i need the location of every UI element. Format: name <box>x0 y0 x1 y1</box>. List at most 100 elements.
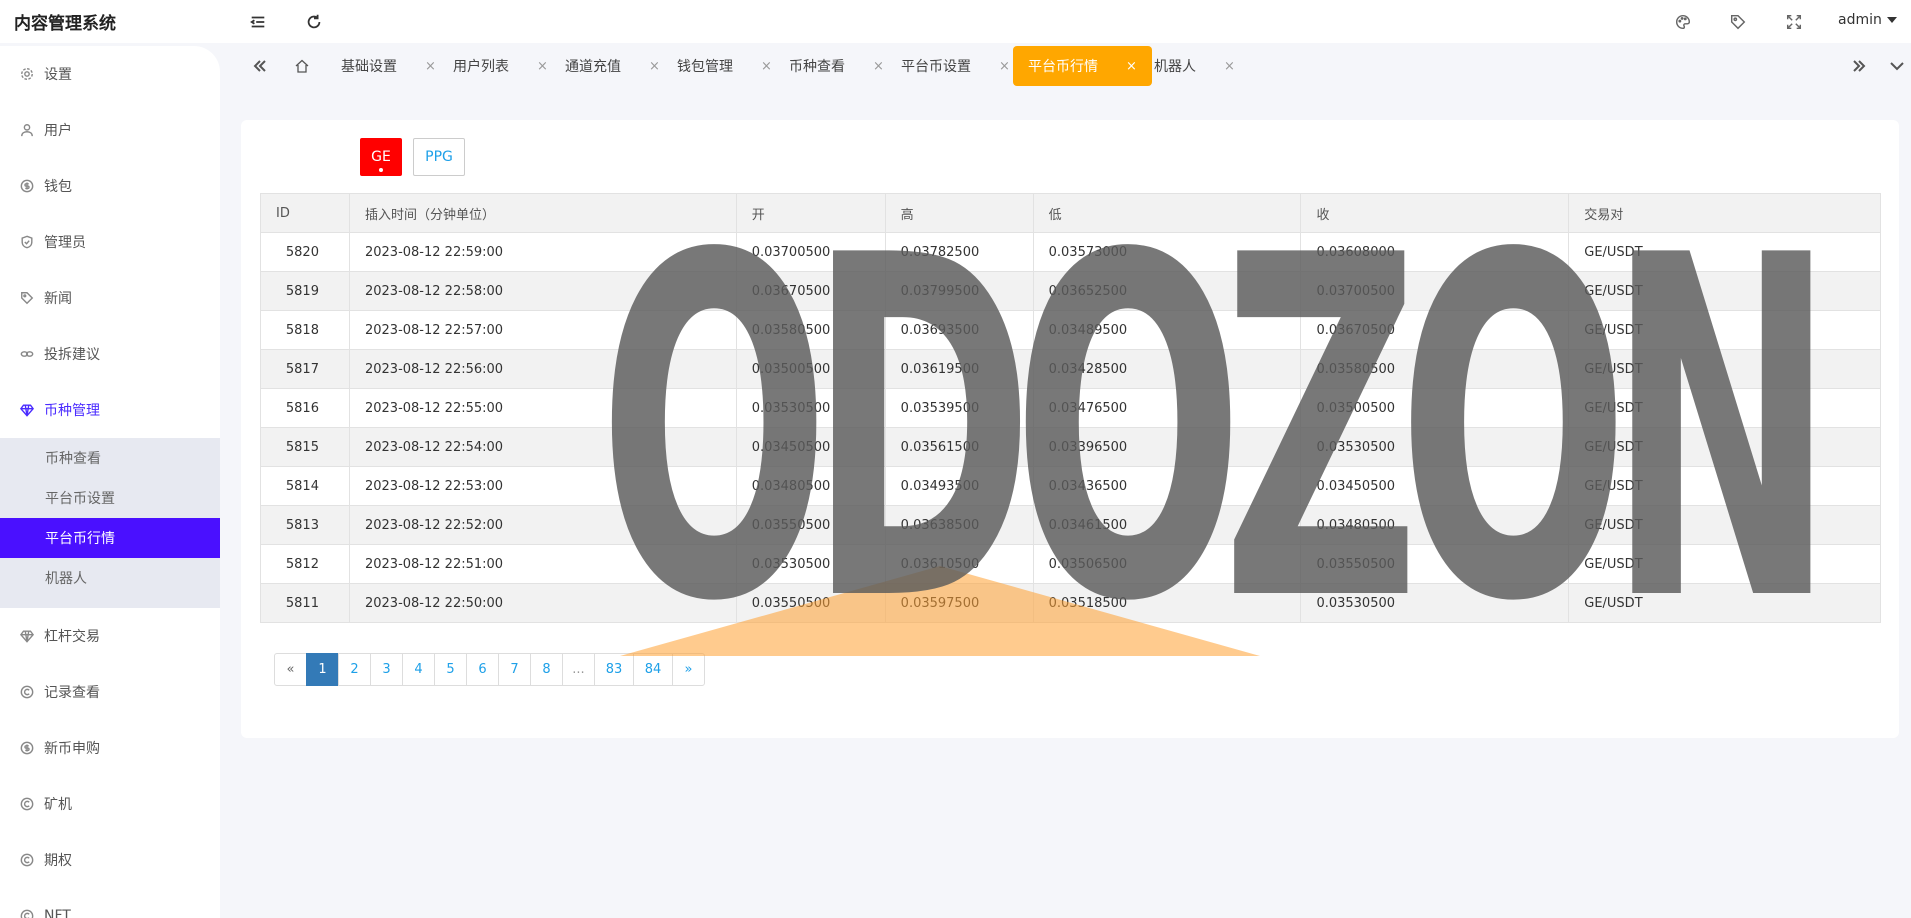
sidebar-item-miner[interactable]: 矿机 <box>0 784 220 824</box>
tab-basic-settings[interactable]: 基础设置 × <box>341 46 436 86</box>
sidebar-item-users[interactable]: 用户 <box>0 110 220 150</box>
next-page-button[interactable]: » <box>672 653 705 686</box>
cell-high: 0.03619500 <box>884 349 1034 389</box>
symbol-button-ppg[interactable]: PPG <box>413 138 465 176</box>
close-icon[interactable]: × <box>1224 59 1235 74</box>
cell-high: 0.03610500 <box>884 544 1034 584</box>
page-button-6[interactable]: 6 <box>466 653 499 686</box>
tab-platform-coin-settings[interactable]: 平台币设置 × <box>901 46 1010 86</box>
close-icon[interactable]: × <box>999 59 1010 74</box>
prev-page-button[interactable]: « <box>274 653 307 686</box>
submenu-item-currency-view[interactable]: 币种查看 <box>0 438 220 478</box>
sidebar-item-label: 钱包 <box>44 179 72 195</box>
sidebar-item-label: 管理员 <box>44 235 86 251</box>
sidebar: 设置 用户 钱包 管理员 新闻 投拆建议 币种管理 币种查看 平台币设置 平台币… <box>0 46 220 918</box>
home-icon[interactable] <box>288 46 316 86</box>
user-menu[interactable]: admin <box>1838 12 1897 28</box>
close-icon[interactable]: × <box>1126 59 1137 74</box>
sidebar-item-wallet[interactable]: 钱包 <box>0 166 220 206</box>
close-icon[interactable]: × <box>537 59 548 74</box>
cell-open: 0.03550500 <box>735 505 886 545</box>
tag-icon[interactable] <box>1723 8 1753 36</box>
sidebar-item-admins[interactable]: 管理员 <box>0 222 220 262</box>
cell-pair: GE/USDT <box>1568 544 1881 584</box>
cell-open: 0.03530500 <box>735 388 886 428</box>
page-button-84[interactable]: 84 <box>633 653 673 686</box>
tab-user-list[interactable]: 用户列表 × <box>453 46 548 86</box>
sidebar-item-currency-management[interactable]: 币种管理 <box>0 390 220 430</box>
column-header: 收 <box>1300 193 1570 233</box>
tab-channel-recharge[interactable]: 通道充值 × <box>565 46 660 86</box>
column-header: 交易对 <box>1568 193 1881 233</box>
cell-close: 0.03580500 <box>1300 349 1570 389</box>
sidebar-item-settings[interactable]: 设置 <box>0 54 220 94</box>
cell-id: 5817 <box>260 349 350 389</box>
sidebar-item-options[interactable]: 期权 <box>0 840 220 880</box>
table-row: 5814 2023-08-12 22:53:00 0.03480500 0.03493… <box>260 466 1881 506</box>
cell-close: 0.03670500 <box>1300 310 1570 350</box>
page-button-7[interactable]: 7 <box>498 653 531 686</box>
close-icon[interactable]: × <box>425 59 436 74</box>
tab-label: 机器人 <box>1154 59 1196 75</box>
caret-down-icon <box>1886 17 1897 23</box>
chevron-down-icon[interactable] <box>1883 46 1911 86</box>
tab-wallet-management[interactable]: 钱包管理 × <box>677 46 772 86</box>
tab-platform-coin-quotes[interactable]: 平台币行情 × <box>1013 46 1152 86</box>
cell-time: 2023-08-12 22:50:00 <box>348 583 737 623</box>
table-row: 5816 2023-08-12 22:55:00 0.03530500 0.03539… <box>260 388 1881 428</box>
tab-robot[interactable]: 机器人 × <box>1154 46 1235 86</box>
cell-pair: GE/USDT <box>1568 232 1881 272</box>
page-button-2[interactable]: 2 <box>338 653 371 686</box>
cell-high: 0.03782500 <box>884 232 1034 272</box>
diamond-icon <box>20 403 34 417</box>
currency-submenu: 币种查看 平台币设置 平台币行情 机器人 <box>0 438 220 608</box>
menu-fold-icon[interactable] <box>243 8 273 36</box>
sidebar-item-new-coin-subscription[interactable]: 新币申购 <box>0 728 220 768</box>
refresh-icon[interactable] <box>299 8 329 36</box>
cell-pair: GE/USDT <box>1568 583 1881 623</box>
circle-c-icon <box>20 685 34 699</box>
submenu-item-platform-coin-quotes[interactable]: 平台币行情 <box>0 518 220 558</box>
tab-label: 平台币行情 <box>1028 59 1098 75</box>
cell-time: 2023-08-12 22:58:00 <box>348 271 737 311</box>
table-row: 5819 2023-08-12 22:58:00 0.03670500 0.03799… <box>260 271 1881 311</box>
sidebar-item-label: 用户 <box>44 123 72 139</box>
fullscreen-icon[interactable] <box>1779 8 1809 36</box>
column-header: ID <box>260 193 350 233</box>
sidebar-item-news[interactable]: 新闻 <box>0 278 220 318</box>
sidebar-item-suggestions[interactable]: 投拆建议 <box>0 334 220 374</box>
sidebar-item-leverage-trading[interactable]: 杠杆交易 <box>0 616 220 656</box>
close-icon[interactable]: × <box>649 59 660 74</box>
page-button-5[interactable]: 5 <box>434 653 467 686</box>
cell-pair: GE/USDT <box>1568 271 1881 311</box>
tab-currency-view[interactable]: 币种查看 × <box>789 46 884 86</box>
cell-close: 0.03550500 <box>1300 544 1570 584</box>
palette-icon[interactable] <box>1668 8 1698 36</box>
page-button-1[interactable]: 1 <box>306 653 339 686</box>
symbol-button-ge[interactable]: GE <box>360 138 402 176</box>
sidebar-item-records[interactable]: 记录查看 <box>0 672 220 712</box>
sidebar-item-nft[interactable]: NFT <box>0 896 220 918</box>
table-header-row: ID 插入时间（分钟单位） 开 高 低 收 交易对 <box>260 193 1881 233</box>
tab-label: 基础设置 <box>341 59 397 75</box>
page-button-8[interactable]: 8 <box>530 653 563 686</box>
sidebar-item-label: 期权 <box>44 853 72 869</box>
submenu-item-robot[interactable]: 机器人 <box>0 558 220 598</box>
cell-open: 0.03450500 <box>735 427 886 467</box>
column-header: 插入时间（分钟单位） <box>348 193 737 233</box>
cell-time: 2023-08-12 22:53:00 <box>348 466 737 506</box>
cell-close: 0.03500500 <box>1300 388 1570 428</box>
close-icon[interactable]: × <box>873 59 884 74</box>
tabs-scroll-left-icon[interactable] <box>246 46 274 86</box>
close-icon[interactable]: × <box>761 59 772 74</box>
cell-time: 2023-08-12 22:56:00 <box>348 349 737 389</box>
page-button-83[interactable]: 83 <box>594 653 634 686</box>
cell-close: 0.03480500 <box>1300 505 1570 545</box>
page-button-4[interactable]: 4 <box>402 653 435 686</box>
tabs-scroll-right-icon[interactable] <box>1845 46 1873 86</box>
cell-id: 5816 <box>260 388 350 428</box>
submenu-item-platform-coin-settings[interactable]: 平台币设置 <box>0 478 220 518</box>
diamond-icon <box>20 629 34 643</box>
submenu-item-label: 平台币行情 <box>45 531 115 547</box>
page-button-3[interactable]: 3 <box>370 653 403 686</box>
